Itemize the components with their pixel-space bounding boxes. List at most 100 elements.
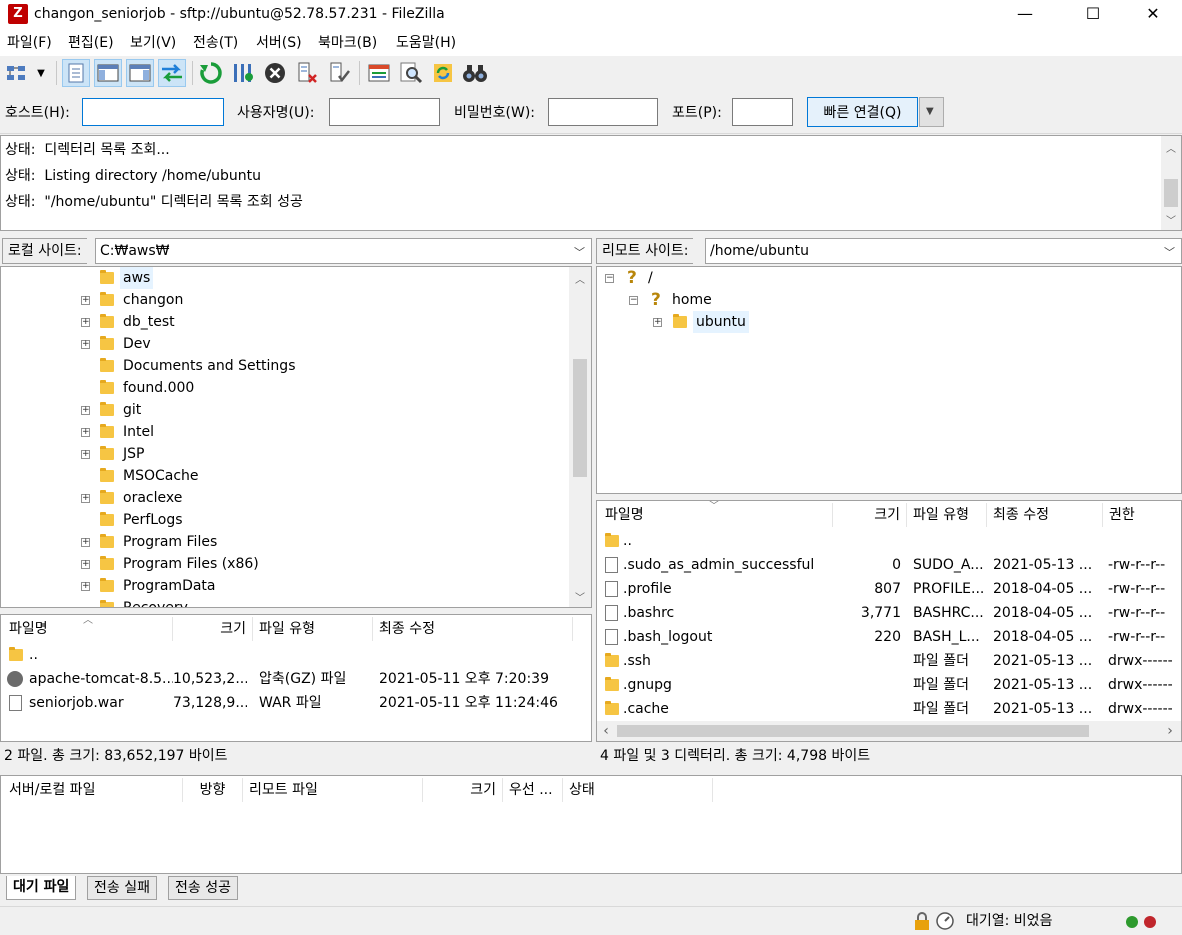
tree-item[interactable]: found.000 [1,377,567,399]
tree-item[interactable]: Documents and Settings [1,355,567,377]
cancel-operation-icon[interactable] [261,59,289,87]
search-icon[interactable] [397,59,425,87]
sync-browsing-icon[interactable] [429,59,457,87]
expand-icon[interactable]: + [81,340,90,349]
expand-icon[interactable]: + [81,428,90,437]
expand-icon[interactable]: + [81,450,90,459]
chevron-down-icon[interactable]: ﹀ [574,244,585,260]
file-row[interactable]: apache-tomcat-8.5.... 10,523,2... 압축(GZ) 파… [1,667,591,691]
column-header-permissions[interactable]: 권한 [1103,503,1181,527]
chevron-down-icon[interactable]: ﹀ [1164,244,1175,260]
toggle-remote-tree-icon[interactable] [126,59,154,87]
collapse-icon[interactable]: − [605,274,614,283]
expand-icon[interactable]: + [81,318,90,327]
toggle-message-log-icon[interactable] [62,59,90,87]
host-input[interactable] [82,98,224,126]
column-header-direction[interactable]: 방향 [183,778,243,802]
file-row[interactable]: .cache 파일 폴더 2021-05-13 ... drwx------ [597,697,1181,721]
log-scrollbar[interactable]: ︿ ﹀ [1161,136,1181,230]
scroll-down-icon[interactable]: ﹀ [569,589,591,604]
minimize-button[interactable]: — [1002,0,1048,30]
file-row[interactable]: .gnupg 파일 폴더 2021-05-13 ... drwx------ [597,673,1181,697]
tree-item[interactable]: PerfLogs [1,509,567,531]
disconnect-icon[interactable] [293,59,321,87]
menu-file[interactable]: 파일(F) [7,34,52,52]
file-row[interactable]: .bash_logout 220 BASH_L... 2018-04-05 ... -r… [597,625,1181,649]
scroll-down-icon[interactable]: ﹀ [1161,212,1181,227]
expand-icon[interactable]: + [81,560,90,569]
file-row[interactable]: .bashrc 3,771 BASHRC... 2018-04-05 ... -rw-r… [597,601,1181,625]
column-header-size[interactable]: 크기 [423,778,503,802]
close-button[interactable]: ✕ [1130,0,1176,30]
collapse-icon[interactable]: − [629,296,638,305]
tab-successful-transfers[interactable]: 전송 성공 [168,876,238,900]
scroll-left-icon[interactable]: ‹ [599,723,613,739]
scroll-thumb[interactable] [1164,179,1178,207]
column-header-size[interactable]: 크기 [173,617,253,641]
menu-help[interactable]: 도움말(H) [396,34,456,52]
port-input[interactable] [732,98,793,126]
tab-failed-transfers[interactable]: 전송 실패 [87,876,157,900]
tree-item[interactable]: + db_test [1,311,567,333]
directory-filter-icon[interactable] [365,59,393,87]
column-header-size[interactable]: 크기 [833,503,907,527]
binoculars-icon[interactable] [461,59,489,87]
password-input[interactable] [548,98,658,126]
tree-item[interactable]: −? / [597,267,1181,289]
expand-icon[interactable]: + [653,318,662,327]
expand-icon[interactable]: + [81,582,90,591]
reconnect-icon[interactable] [325,59,353,87]
maximize-button[interactable]: ☐ [1070,0,1116,30]
tree-item[interactable]: aws [1,267,567,289]
scroll-thumb[interactable] [617,725,1089,737]
menu-transfer[interactable]: 전송(T) [193,34,238,52]
expand-icon[interactable]: + [81,296,90,305]
file-row[interactable]: seniorjob.war 73,128,9... WAR 파일 2021-05-11… [1,691,591,715]
speed-limit-icon[interactable] [935,911,955,935]
scroll-up-icon[interactable]: ︿ [569,271,591,286]
file-row[interactable]: .ssh 파일 폴더 2021-05-13 ... drwx------ [597,649,1181,673]
column-header-local-file[interactable]: 서버/로컬 파일 [3,778,183,802]
expand-icon[interactable]: + [81,538,90,547]
toggle-local-tree-icon[interactable] [94,59,122,87]
tab-queued-files[interactable]: 대기 파일 [6,876,77,900]
file-row[interactable]: .sudo_as_admin_successful 0 SUDO_A... 2021-… [597,553,1181,577]
tree-item[interactable]: + ProgramData [1,575,567,597]
process-queue-icon[interactable] [229,59,257,87]
column-header-priority[interactable]: 우선 ... [503,778,563,802]
column-header-type[interactable]: 파일 유형 [907,503,987,527]
tree-item[interactable]: Recovery [1,597,567,607]
menu-server[interactable]: 서버(S) [256,34,302,52]
quickconnect-dropdown-button[interactable]: ▼ [919,97,944,127]
tree-item[interactable]: + JSP [1,443,567,465]
scroll-thumb[interactable] [573,359,587,477]
tree-item[interactable]: MSOCache [1,465,567,487]
column-header-remote-file[interactable]: 리모트 파일 [243,778,423,802]
tree-item[interactable]: −? home [597,289,1181,311]
file-row[interactable]: .. [1,643,591,667]
username-input[interactable] [329,98,440,126]
remote-path-combobox[interactable]: /home/ubuntu [705,238,1182,264]
scroll-up-icon[interactable]: ︿ [1161,140,1181,155]
local-tree-scrollbar[interactable]: ︿ ﹀ [569,267,591,607]
tree-item[interactable]: + changon [1,289,567,311]
site-manager-icon[interactable] [4,59,30,87]
menu-view[interactable]: 보기(V) [130,34,176,52]
column-header-modified[interactable]: 최종 수정 [987,503,1103,527]
remote-list-hscrollbar[interactable]: ‹ › [597,721,1181,741]
toggle-transfer-queue-icon[interactable] [158,59,186,87]
site-manager-dropdown-icon[interactable]: ▼ [32,59,50,87]
local-path-combobox[interactable]: C:₩aws₩ [95,238,592,264]
file-row[interactable]: .profile 807 PROFILE... 2018-04-05 ... -rw-r… [597,577,1181,601]
expand-icon[interactable]: + [81,494,90,503]
refresh-icon[interactable] [197,59,225,87]
tree-item[interactable]: + Dev [1,333,567,355]
expand-icon[interactable]: + [81,406,90,415]
tree-item[interactable]: + Program Files (x86) [1,553,567,575]
column-header-modified[interactable]: 최종 수정 [373,617,573,641]
column-header-type[interactable]: 파일 유형 [253,617,373,641]
tree-item[interactable]: + ubuntu [597,311,1181,333]
tree-item[interactable]: + Program Files [1,531,567,553]
scroll-right-icon[interactable]: › [1163,723,1177,739]
file-row[interactable]: .. [597,529,1181,553]
